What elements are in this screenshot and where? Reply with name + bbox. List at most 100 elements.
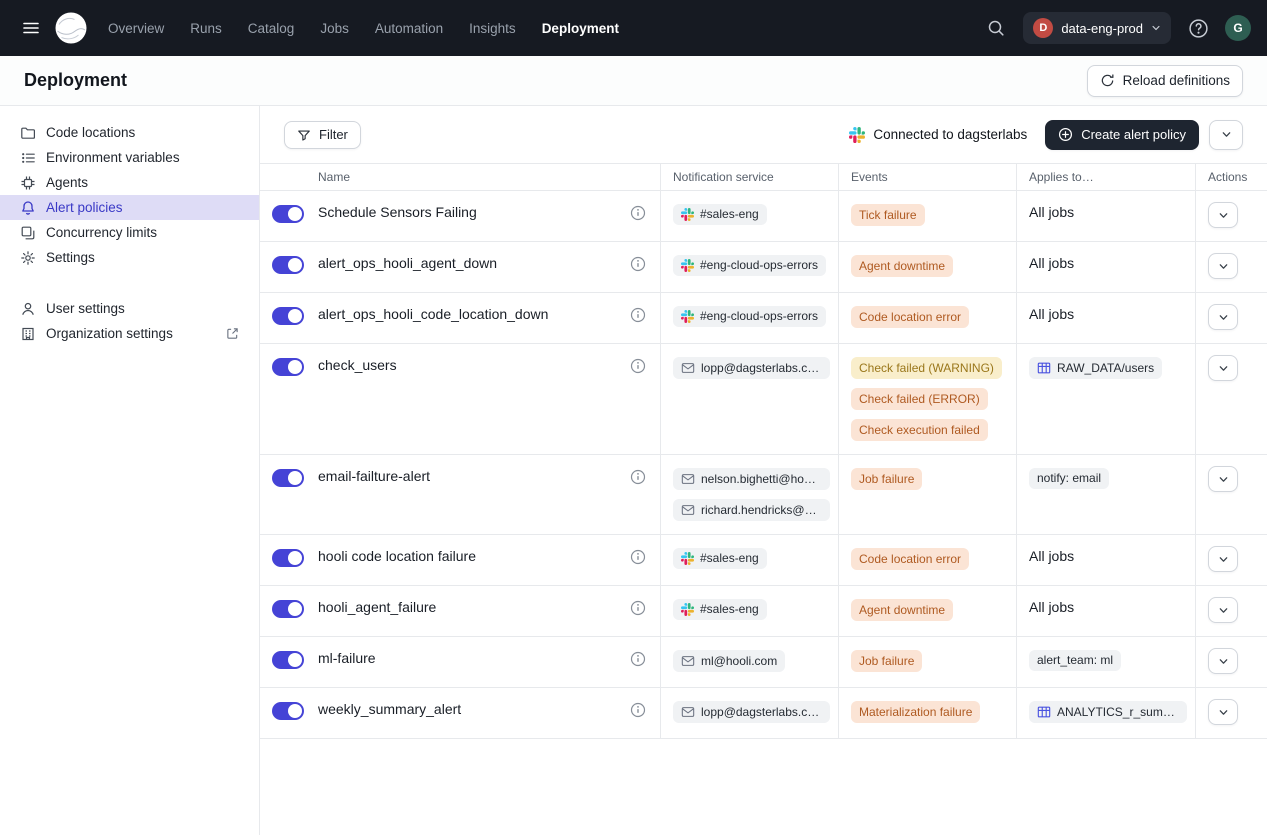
sidebar-item-environment-variables[interactable]: Environment variables [0, 145, 259, 170]
policy-name: Schedule Sensors Failing [318, 204, 477, 220]
bell-icon [20, 200, 36, 216]
policy-enabled-toggle[interactable] [272, 549, 304, 567]
row-actions-button[interactable] [1208, 546, 1238, 572]
row-actions-button[interactable] [1208, 355, 1238, 381]
applies-to-text: All jobs [1029, 306, 1074, 322]
create-policy-dropdown-button[interactable] [1209, 120, 1243, 150]
alert-policy-row: alert_ops_hooli_code_location_down#eng-c… [260, 293, 1267, 344]
info-icon[interactable] [630, 307, 646, 323]
sidebar-item-alert-policies[interactable]: Alert policies [0, 195, 259, 220]
row-actions-button[interactable] [1208, 699, 1238, 725]
email-icon [681, 654, 695, 668]
dagster-logo[interactable] [54, 11, 88, 45]
slack-icon [849, 127, 865, 143]
notification-chip: #sales-eng [673, 204, 767, 225]
event-badge: Job failure [851, 468, 922, 490]
policy-name: hooli code location failure [318, 548, 476, 564]
hamburger-menu-icon[interactable] [16, 13, 46, 43]
table-icon [1037, 705, 1051, 719]
policy-enabled-toggle[interactable] [272, 256, 304, 274]
sidebar-item-user-settings[interactable]: User settings [0, 296, 259, 321]
policy-enabled-toggle[interactable] [272, 205, 304, 223]
notification-chip: lopp@dagsterlabs.com [673, 701, 830, 723]
sidebar-item-organization-settings[interactable]: Organization settings [0, 321, 259, 346]
nav-item-deployment[interactable]: Deployment [542, 21, 619, 36]
notification-chip: #eng-cloud-ops-errors [673, 255, 826, 276]
policy-enabled-toggle[interactable] [272, 469, 304, 487]
alert-policies-toolbar: Filter Connected to dagsterlabs Create a… [260, 106, 1267, 163]
notification-chip: nelson.bighetti@hooli.co… [673, 468, 830, 490]
chevron-down-icon [1221, 129, 1232, 140]
applies-to-chip: ANALYTICS_r_summary [1029, 701, 1187, 723]
sidebar-item-label: Alert policies [46, 200, 123, 215]
nav-item-jobs[interactable]: Jobs [320, 21, 349, 36]
notification-chip: #sales-eng [673, 548, 767, 569]
agent-icon [20, 175, 36, 191]
info-icon[interactable] [630, 469, 646, 485]
row-actions-button[interactable] [1208, 597, 1238, 623]
sidebar-item-code-locations[interactable]: Code locations [0, 120, 259, 145]
policy-enabled-toggle[interactable] [272, 358, 304, 376]
row-actions-button[interactable] [1208, 253, 1238, 279]
column-header-applies-to: Applies to… [1016, 164, 1195, 190]
row-actions-button[interactable] [1208, 202, 1238, 228]
row-actions-button[interactable] [1208, 304, 1238, 330]
info-icon[interactable] [630, 256, 646, 272]
connected-status: Connected to dagsterlabs [849, 127, 1027, 143]
applies-to-text: All jobs [1029, 204, 1074, 220]
row-actions-button[interactable] [1208, 466, 1238, 492]
create-alert-policy-button[interactable]: Create alert policy [1045, 120, 1199, 150]
column-header-name: Name [310, 164, 660, 190]
list-icon [20, 150, 36, 166]
info-icon[interactable] [630, 702, 646, 718]
sidebar-main-items: Code locations Environment variablesAgent… [0, 120, 259, 270]
applies-to-chip: notify: email [1029, 468, 1109, 489]
policy-name: alert_ops_hooli_code_location_down [318, 306, 548, 322]
policy-enabled-toggle[interactable] [272, 651, 304, 669]
info-icon[interactable] [630, 651, 646, 667]
slack-icon [681, 259, 694, 272]
email-icon [681, 361, 695, 375]
policy-enabled-toggle[interactable] [272, 600, 304, 618]
sidebar-footer-items: User settings Organization settings [0, 296, 259, 346]
policy-enabled-toggle[interactable] [272, 702, 304, 720]
reload-definitions-button[interactable]: Reload definitions [1087, 65, 1243, 97]
sidebar-item-label: Code locations [46, 125, 135, 140]
sidebar-item-settings[interactable]: Settings [0, 245, 259, 270]
filter-button[interactable]: Filter [284, 121, 361, 149]
alert-policy-row: email-failture-alertnelson.bighetti@hool… [260, 455, 1267, 535]
info-icon[interactable] [630, 600, 646, 616]
filter-icon [297, 128, 311, 142]
event-badge: Agent downtime [851, 255, 953, 277]
nav-item-insights[interactable]: Insights [469, 21, 516, 36]
sidebar-item-agents[interactable]: Agents [0, 170, 259, 195]
info-icon[interactable] [630, 549, 646, 565]
sidebar-item-label: Settings [46, 250, 95, 265]
row-actions-button[interactable] [1208, 648, 1238, 674]
app-window: Overview Runs Catalog Jobs Automation Insight… [0, 0, 1267, 835]
info-icon[interactable] [630, 205, 646, 221]
event-badge: Job failure [851, 650, 922, 672]
policy-name: check_users [318, 357, 397, 373]
nav-item-automation[interactable]: Automation [375, 21, 443, 36]
applies-to-chip: alert_team: ml [1029, 650, 1121, 671]
slack-icon [681, 310, 694, 323]
alert-policy-row: check_userslopp@dagsterlabs.comCheck fai… [260, 344, 1267, 455]
user-avatar[interactable]: G [1225, 15, 1251, 41]
person-icon [20, 301, 36, 317]
nav-item-runs[interactable]: Runs [190, 21, 222, 36]
search-icon[interactable] [981, 13, 1011, 43]
policy-enabled-toggle[interactable] [272, 307, 304, 325]
plus-circle-icon [1058, 127, 1073, 142]
nav-item-overview[interactable]: Overview [108, 21, 164, 36]
reload-icon [1100, 73, 1115, 88]
help-icon[interactable] [1183, 13, 1213, 43]
deployment-switcher[interactable]: D data-eng-prod [1023, 12, 1171, 44]
sidebar-item-label: Organization settings [46, 326, 173, 341]
nav-item-catalog[interactable]: Catalog [248, 21, 295, 36]
alert-policy-row: hooli_agent_failure#sales-engAgent downt… [260, 586, 1267, 637]
applies-to-text: All jobs [1029, 548, 1074, 564]
policy-name: alert_ops_hooli_agent_down [318, 255, 497, 271]
sidebar-item-concurrency-limits[interactable]: Concurrency limits [0, 220, 259, 245]
info-icon[interactable] [630, 358, 646, 374]
